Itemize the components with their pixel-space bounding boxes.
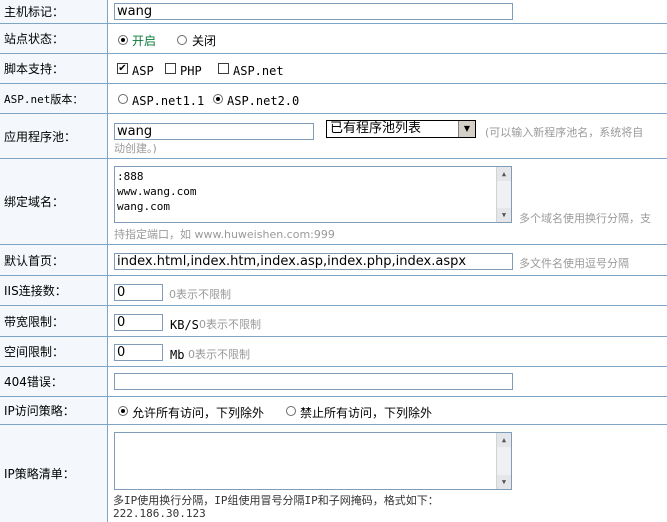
status-cell: 开启 关闭 — [108, 24, 667, 54]
domain-cell: :888 www.wang.com wang.com ▲ ▼ 多个域名使用换行分… — [108, 159, 667, 245]
ip-list-textarea[interactable]: ▲ ▼ — [114, 432, 512, 490]
script-php-checkbox[interactable] — [165, 63, 176, 74]
error404-label: 404错误： — [0, 367, 108, 397]
pool-label: 应用程序池： — [0, 114, 108, 159]
space-input[interactable]: 0 — [114, 344, 163, 361]
status-label: 站点状态： — [0, 24, 108, 54]
error404-input[interactable] — [114, 373, 513, 390]
aspnet-20-radio[interactable] — [213, 94, 223, 104]
script-aspnet-checkbox[interactable] — [218, 63, 229, 74]
domain-hint-right: 多个域名使用换行分隔，支 — [519, 212, 651, 225]
space-unit: Mb — [170, 348, 185, 362]
scroll-down-icon[interactable]: ▼ — [497, 475, 511, 489]
domain-line: wang.com — [117, 200, 170, 213]
domain-scrollbar[interactable]: ▲ ▼ — [496, 167, 511, 222]
domain-textarea[interactable]: :888 www.wang.com wang.com ▲ ▼ — [114, 166, 512, 223]
bandwidth-input[interactable]: 0 — [114, 314, 163, 331]
aspnet-11-radio[interactable] — [118, 94, 128, 104]
ip-list-label: IP策略清单： — [0, 425, 108, 522]
aspnet-11-label: ASP.net1.1 — [132, 94, 205, 108]
chevron-down-icon[interactable]: ▼ — [458, 121, 475, 137]
bandwidth-cell: 0 KB/S 0表示不限制 — [108, 306, 667, 337]
iis-hint: 0表示不限制 — [169, 288, 231, 301]
index-input[interactable]: index.html,index.htm,index.asp,index.php… — [114, 253, 513, 270]
index-cell: index.html,index.htm,index.asp,index.php… — [108, 245, 667, 276]
error404-cell — [108, 367, 667, 397]
pool-select-value: 已有程序池列表 — [330, 121, 422, 136]
script-label: 脚本支持： — [0, 54, 108, 84]
host-input[interactable]: wang — [114, 3, 513, 20]
script-php-label: PHP — [180, 64, 202, 78]
scroll-up-icon[interactable]: ▲ — [497, 433, 511, 447]
domain-line: www.wang.com — [117, 185, 197, 198]
status-open-radio[interactable] — [118, 35, 128, 45]
aspnet-20-label: ASP.net2.0 — [227, 94, 300, 108]
host-cell: wang — [108, 0, 667, 24]
bandwidth-label: 带宽限制： — [0, 306, 108, 337]
scroll-down-icon[interactable]: ▼ — [497, 208, 511, 222]
status-open-label: 开启 — [132, 34, 157, 48]
script-asp-label: ASP — [132, 64, 154, 78]
ip-policy-cell: 允许所有访问，下列除外 禁止所有访问，下列除外 — [108, 397, 667, 425]
ip-policy-label: IP访问策略： — [0, 397, 108, 425]
script-cell: ✔ ASP PHP ASP.net — [108, 54, 667, 84]
iis-input[interactable]: 0 — [114, 284, 163, 301]
ip-policy-deny-label: 禁止所有访问，下列除外 — [300, 406, 433, 420]
iis-label: IIS连接数： — [0, 276, 108, 306]
pool-hint-line1: (可以输入新程序池名，系统将自 — [485, 126, 644, 139]
domain-line: :888 — [117, 170, 144, 183]
ip-list-hint-line2: 222.186.30.123 — [113, 507, 206, 520]
script-aspnet-label: ASP.net — [233, 64, 284, 78]
script-asp-checkbox[interactable]: ✔ — [117, 63, 128, 74]
ip-list-cell: ▲ ▼ 多IP使用换行分隔，IP组使用冒号分隔IP和子网掩码，格式如下： 222… — [108, 425, 667, 522]
ip-list-scrollbar[interactable]: ▲ ▼ — [496, 433, 511, 489]
ip-policy-allow-radio[interactable] — [118, 406, 128, 416]
pool-input[interactable]: wang — [114, 123, 314, 140]
ip-policy-deny-radio[interactable] — [286, 406, 296, 416]
pool-cell: wang 已有程序池列表 ▼ (可以输入新程序池名，系统将自 动创建。) — [108, 114, 667, 159]
iis-cell: 0 0表示不限制 — [108, 276, 667, 306]
bandwidth-unit: KB/S — [170, 318, 199, 332]
space-cell: 0 Mb 0表示不限制 — [108, 337, 667, 367]
aspnet-label: ASP.net版本： — [0, 84, 108, 114]
pool-select[interactable]: 已有程序池列表 ▼ — [326, 120, 476, 138]
ip-list-hint-line1: 多IP使用换行分隔，IP组使用冒号分隔IP和子网掩码，格式如下： — [113, 494, 439, 507]
site-settings-form: 主机标记： wang 站点状态： 开启 关闭 脚本支持： ✔ ASP PHP A… — [0, 0, 667, 522]
space-label: 空间限制： — [0, 337, 108, 367]
aspnet-cell: ASP.net1.1 ASP.net2.0 — [108, 84, 667, 114]
host-label: 主机标记： — [0, 0, 108, 24]
bandwidth-hint: 0表示不限制 — [199, 318, 261, 331]
status-closed-label: 关闭 — [192, 34, 217, 48]
ip-policy-allow-label: 允许所有访问，下列除外 — [132, 406, 265, 420]
pool-hint-line2: 动创建。) — [114, 142, 157, 155]
domain-hint-below: 持指定端口，如 www.huweishen.com:999 — [114, 228, 335, 241]
space-hint: 0表示不限制 — [188, 348, 250, 361]
status-closed-radio[interactable] — [177, 35, 187, 45]
scroll-up-icon[interactable]: ▲ — [497, 167, 511, 181]
index-label: 默认首页： — [0, 245, 108, 276]
domain-label: 绑定域名： — [0, 159, 108, 245]
index-hint: 多文件名使用逗号分隔 — [519, 257, 629, 270]
